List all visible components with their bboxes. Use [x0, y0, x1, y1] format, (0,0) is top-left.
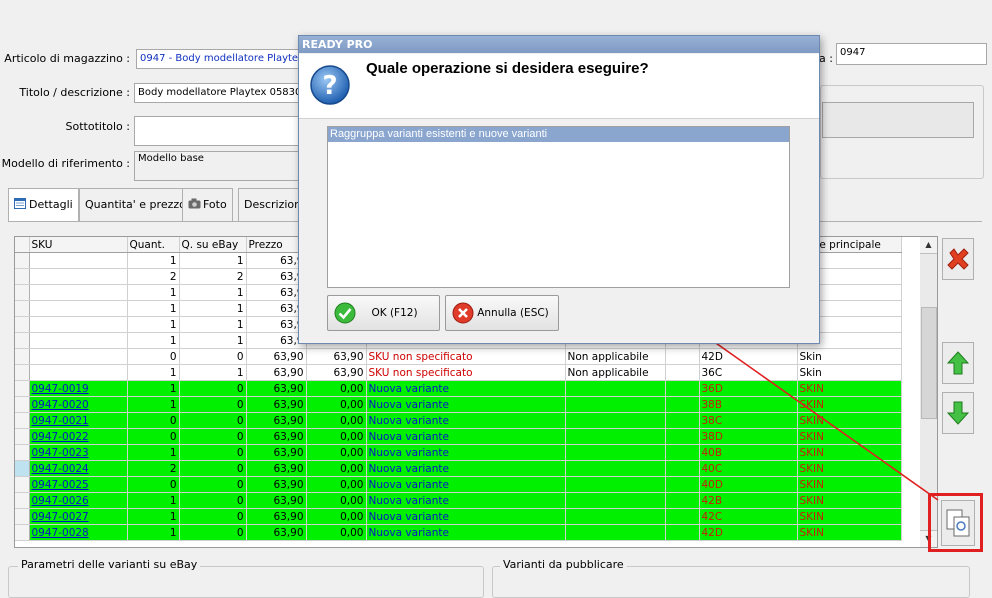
operation-dialog: READY PRO ? Quale operazione si desidera… — [298, 35, 820, 344]
operation-list[interactable]: Raggruppa varianti esistenti e nuove var… — [327, 126, 790, 288]
cancel-button-label: Annulla (ESC) — [477, 307, 549, 319]
operation-option-raggruppa[interactable]: Raggruppa varianti esistenti e nuove var… — [328, 127, 789, 142]
dialog-question: Quale operazione si desidera eseguire? — [366, 60, 649, 77]
cancel-button[interactable]: Annulla (ESC) — [445, 295, 559, 331]
dialog-header: ? Quale operazione si desidera eseguire? — [299, 54, 819, 119]
dialog-titlebar[interactable]: READY PRO — [299, 36, 819, 53]
question-icon: ? — [310, 65, 350, 105]
ok-button[interactable]: OK (F12) — [327, 295, 440, 331]
green-check-icon — [334, 302, 356, 324]
svg-text:?: ? — [322, 71, 337, 101]
ok-button-label: OK (F12) — [371, 307, 418, 319]
red-cancel-icon — [452, 302, 474, 324]
